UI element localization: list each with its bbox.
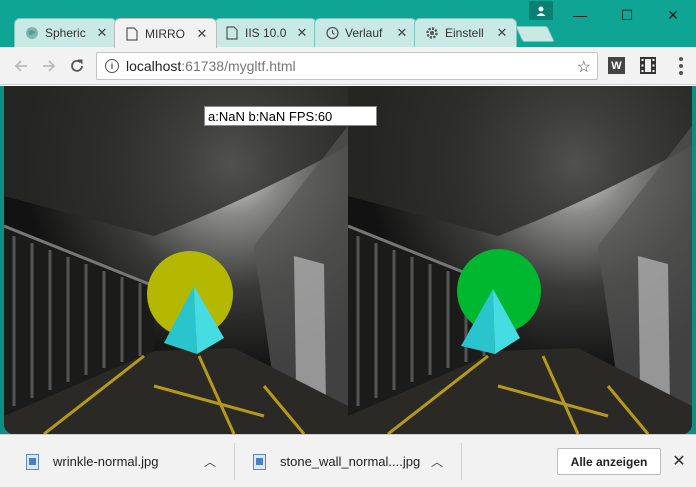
- close-icon[interactable]: ✕: [196, 26, 208, 42]
- close-icon[interactable]: ✕: [96, 25, 108, 41]
- menu-icon[interactable]: [674, 56, 688, 76]
- back-icon[interactable]: [10, 55, 32, 77]
- info-icon[interactable]: i: [105, 59, 119, 73]
- tab-verlauf[interactable]: Verlauf ✕: [314, 18, 417, 47]
- tab-strip: Spheric ✕ MIRRO ✕ IIS 10.0 ✕ Verlauf ✕ E…: [0, 0, 696, 48]
- minimize-button[interactable]: —: [557, 0, 603, 30]
- image-file-icon: [26, 453, 39, 470]
- close-icon[interactable]: ✕: [396, 25, 408, 41]
- new-tab-button[interactable]: [515, 26, 555, 42]
- maximize-button[interactable]: ☐: [604, 0, 650, 30]
- webgl-viewport: a:NaN b:NaN FPS:60: [0, 86, 696, 434]
- tab-mirror[interactable]: MIRRO ✕: [114, 18, 217, 48]
- stereo-canvas[interactable]: a:NaN b:NaN FPS:60: [4, 86, 692, 434]
- close-downloads-bar-icon[interactable]: ✕: [670, 451, 688, 471]
- image-file-icon: [253, 453, 266, 470]
- gear-icon: [425, 26, 439, 40]
- browser-window: Spheric ✕ MIRRO ✕ IIS 10.0 ✕ Verlauf ✕ E…: [0, 0, 696, 487]
- fps-overlay: a:NaN b:NaN FPS:60: [204, 106, 377, 126]
- page-icon: [125, 26, 139, 41]
- bookmark-star-icon[interactable]: ☆: [577, 57, 591, 77]
- tab-einstellungen[interactable]: Einstell ✕: [414, 18, 517, 47]
- download-item[interactable]: wrinkle-normal.jpg ︿: [26, 435, 226, 487]
- history-icon: [325, 26, 339, 40]
- chevron-up-icon[interactable]: ︿: [431, 453, 443, 470]
- close-icon[interactable]: ✕: [496, 25, 508, 41]
- divider: [234, 443, 235, 480]
- left-eye-view: [4, 86, 348, 434]
- download-item[interactable]: stone_wall_normal....jpg ︿: [253, 435, 453, 487]
- forward-icon[interactable]: [38, 55, 60, 77]
- tab-spheric[interactable]: Spheric ✕: [14, 18, 117, 47]
- address-bar[interactable]: i localhost:61738/mygltf.html ☆: [96, 52, 598, 80]
- right-eye-view: [348, 86, 692, 434]
- globe-icon: [25, 26, 39, 40]
- close-icon[interactable]: ✕: [296, 25, 308, 41]
- reload-icon[interactable]: [66, 55, 88, 77]
- chevron-up-icon[interactable]: ︿: [204, 453, 216, 470]
- extension-w-icon[interactable]: W: [608, 57, 625, 74]
- page-icon: [225, 26, 239, 40]
- close-window-button[interactable]: ✕: [650, 0, 696, 30]
- tab-iis[interactable]: IIS 10.0 ✕: [214, 18, 317, 47]
- profile-icon[interactable]: [529, 1, 553, 20]
- divider: [461, 443, 462, 480]
- browser-toolbar: i localhost:61738/mygltf.html ☆: [0, 47, 696, 85]
- extension-film-icon[interactable]: [640, 57, 656, 74]
- show-all-downloads-button[interactable]: Alle anzeigen: [557, 448, 661, 475]
